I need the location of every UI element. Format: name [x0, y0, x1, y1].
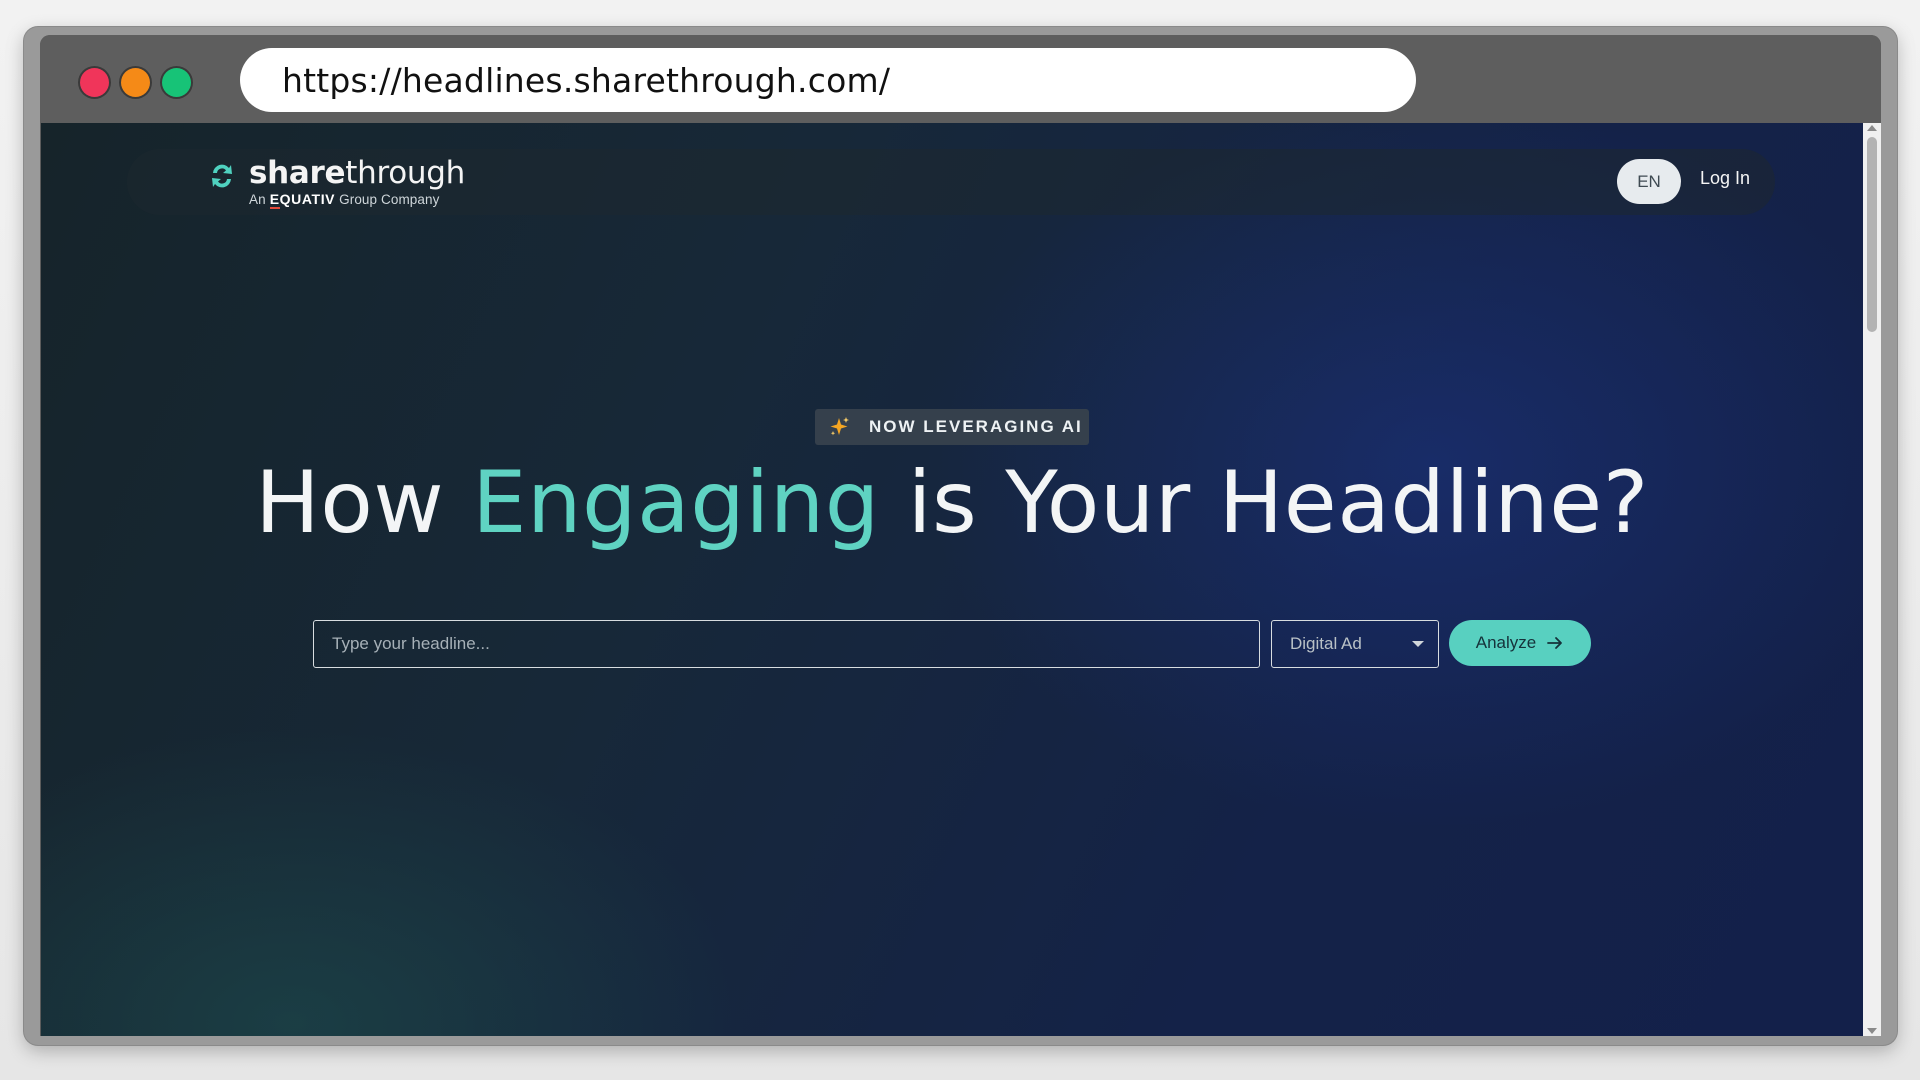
content-type-selected: Digital Ad: [1290, 634, 1362, 653]
equativ-rest: QUATIV: [279, 191, 336, 207]
equativ-first-letter: E: [269, 191, 280, 209]
close-window-button[interactable]: [80, 68, 109, 97]
chevron-down-icon: [1412, 641, 1424, 647]
content-type-select[interactable]: Digital Ad: [1271, 620, 1439, 668]
page-viewport: sharethrough An EQUATIV Group Company EN L…: [41, 123, 1863, 1036]
browser-toolbar: https://headlines.sharethrough.com/: [40, 35, 1881, 123]
ai-badge: NOW LEVERAGING AI: [815, 409, 1089, 445]
brand-tagline-suffix: Group Company: [339, 192, 440, 207]
scroll-up-arrow-icon[interactable]: [1867, 125, 1877, 131]
analyze-label: Analyze: [1475, 633, 1537, 652]
address-bar[interactable]: https://headlines.sharethrough.com/: [240, 48, 1416, 112]
brand-text: sharethrough An EQUATIV Group Company: [249, 155, 465, 209]
analyze-button[interactable]: Analyze: [1449, 620, 1591, 666]
brand-tagline-prefix: An: [249, 192, 266, 207]
scrollbar-thumb[interactable]: [1867, 137, 1877, 332]
title-suffix: is Your Headline?: [879, 453, 1649, 553]
minimize-window-button[interactable]: [121, 68, 150, 97]
equativ-wordmark: EQUATIV: [269, 191, 336, 209]
headline-input[interactable]: [313, 620, 1260, 668]
brand-name-bold: share: [249, 155, 346, 191]
login-link[interactable]: Log In: [1700, 168, 1750, 189]
ai-badge-text: NOW LEVERAGING AI: [869, 417, 1083, 436]
brand-name: sharethrough: [249, 155, 465, 191]
arrow-right-icon: [1547, 637, 1563, 649]
brand-tagline: An EQUATIV Group Company: [249, 191, 465, 209]
sharethrough-logo-icon: [212, 164, 232, 188]
site-header: sharethrough An EQUATIV Group Company EN L…: [127, 149, 1775, 215]
brand-name-regular: through: [345, 155, 465, 191]
address-url[interactable]: https://headlines.sharethrough.com/: [282, 61, 890, 100]
scroll-down-arrow-icon[interactable]: [1867, 1028, 1877, 1034]
page-title: How Engaging is Your Headline?: [41, 453, 1863, 553]
language-button[interactable]: EN: [1617, 159, 1681, 204]
title-prefix: How: [255, 453, 473, 553]
title-accent: Engaging: [472, 453, 880, 553]
browser-window: https://headlines.sharethrough.com/ shar…: [40, 35, 1881, 1036]
maximize-window-button[interactable]: [162, 68, 191, 97]
vertical-scrollbar[interactable]: [1863, 123, 1881, 1036]
brand-logo[interactable]: sharethrough An EQUATIV Group Company: [207, 155, 465, 209]
sparkle-icon: [830, 417, 849, 436]
